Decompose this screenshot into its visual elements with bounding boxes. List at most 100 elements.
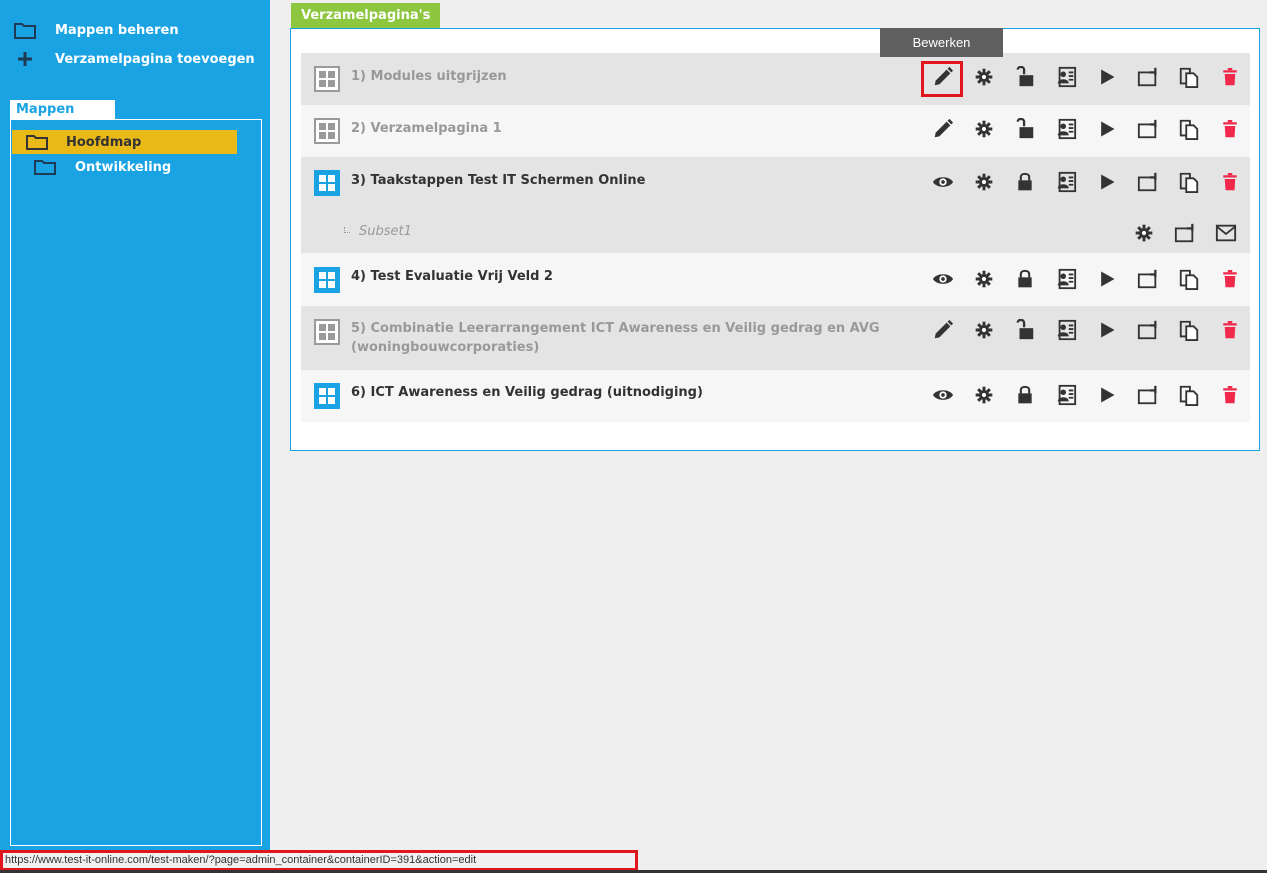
folder-item-hoofdmap[interactable]: Hoofdmap <box>12 130 237 154</box>
lock-icon <box>1015 171 1035 193</box>
gear-icon <box>974 385 994 405</box>
window-icon <box>1137 171 1159 193</box>
participants-button[interactable] <box>1045 381 1086 409</box>
delete-button[interactable] <box>1209 265 1250 293</box>
lock-button[interactable] <box>1004 63 1045 91</box>
settings-button[interactable] <box>963 63 1004 91</box>
start-button[interactable] <box>1086 381 1127 409</box>
play-icon <box>1097 320 1117 340</box>
settings-button[interactable] <box>963 265 1004 293</box>
gear-icon <box>974 119 994 139</box>
start-button[interactable] <box>1086 168 1127 196</box>
grid-icon <box>314 267 340 293</box>
folder-item-ontwikkeling[interactable]: Ontwikkeling <box>34 155 171 179</box>
collection-pages-tab[interactable]: Verzamelpagina's <box>291 3 441 28</box>
copy-icon <box>1178 118 1200 140</box>
preview-button[interactable] <box>1127 316 1168 344</box>
participants-button[interactable] <box>1045 168 1086 196</box>
edit-button-highlight <box>921 61 963 97</box>
subset-preview-button[interactable] <box>1164 219 1205 247</box>
settings-button[interactable] <box>963 168 1004 196</box>
start-button[interactable] <box>1086 115 1127 143</box>
folders-tab[interactable]: Mappen <box>10 100 115 120</box>
participants-button[interactable] <box>1045 316 1086 344</box>
preview-button[interactable] <box>1127 265 1168 293</box>
plus-icon <box>14 50 36 68</box>
view-button[interactable] <box>922 265 963 293</box>
lock-button[interactable] <box>1004 115 1045 143</box>
lock-button[interactable] <box>1004 316 1045 344</box>
row-actions <box>922 63 1250 91</box>
edit-button[interactable] <box>922 316 963 344</box>
delete-button[interactable] <box>1209 168 1250 196</box>
contact-card-icon <box>1055 268 1077 290</box>
row-title[interactable]: 5) Combinatie Leerarrangement ICT Awaren… <box>351 319 880 357</box>
copy-button[interactable] <box>1168 381 1209 409</box>
grid-icon <box>314 118 340 144</box>
preview-button[interactable] <box>1127 381 1168 409</box>
start-button[interactable] <box>1086 265 1127 293</box>
collection-row-2[interactable]: 2) Verzamelpagina 1 <box>301 105 1250 157</box>
delete-button[interactable] <box>1209 115 1250 143</box>
collection-row-5[interactable]: 5) Combinatie Leerarrangement ICT Awaren… <box>301 306 1250 370</box>
row-actions <box>922 316 1250 344</box>
subset-settings-button[interactable] <box>1123 219 1164 247</box>
contact-card-icon <box>1055 319 1077 341</box>
copy-icon <box>1178 384 1200 406</box>
row-title[interactable]: 6) ICT Awareness en Veilig gedrag (uitno… <box>351 383 703 402</box>
preview-button[interactable] <box>1127 115 1168 143</box>
settings-button[interactable] <box>963 316 1004 344</box>
collection-row-1[interactable]: 1) Modules uitgrijzen <box>301 53 1250 105</box>
settings-button[interactable] <box>963 115 1004 143</box>
subset-actions <box>1123 219 1246 247</box>
lock-button[interactable] <box>1004 265 1045 293</box>
lock-button[interactable] <box>1004 381 1045 409</box>
eye-icon <box>932 171 954 193</box>
row-title[interactable]: 4) Test Evaluatie Vrij Veld 2 <box>351 267 553 286</box>
subset-label[interactable]: Subset1 <box>359 224 412 239</box>
add-collection-page-button[interactable]: Verzamelpagina toevoegen <box>14 50 255 68</box>
collection-row-4[interactable]: 4) Test Evaluatie Vrij Veld 2 <box>301 253 1250 306</box>
edit-button[interactable] <box>922 115 963 143</box>
row-title[interactable]: 1) Modules uitgrijzen <box>351 67 507 86</box>
manage-folders-button[interactable]: Mappen beheren <box>14 21 179 39</box>
window-icon <box>1137 268 1159 290</box>
trash-icon <box>1221 119 1239 139</box>
copy-icon <box>1178 66 1200 88</box>
row-actions <box>922 168 1250 196</box>
gear-icon <box>1134 223 1154 243</box>
subset-mail-button[interactable] <box>1205 219 1246 247</box>
row-title[interactable]: 2) Verzamelpagina 1 <box>351 119 502 138</box>
collection-row-6[interactable]: 6) ICT Awareness en Veilig gedrag (uitno… <box>301 370 1250 422</box>
copy-button[interactable] <box>1168 115 1209 143</box>
grid-icon <box>314 383 340 409</box>
participants-button[interactable] <box>1045 63 1086 91</box>
pencil-icon <box>932 118 954 140</box>
collection-row-3[interactable]: 3) Taakstappen Test IT Schermen Online S… <box>301 157 1250 253</box>
copy-button[interactable] <box>1168 168 1209 196</box>
preview-button[interactable] <box>1127 63 1168 91</box>
copy-button[interactable] <box>1168 316 1209 344</box>
unlock-icon <box>1014 319 1036 341</box>
row-title[interactable]: 3) Taakstappen Test IT Schermen Online <box>351 171 645 190</box>
participants-button[interactable] <box>1045 265 1086 293</box>
folder-icon <box>34 159 56 175</box>
delete-button[interactable] <box>1209 316 1250 344</box>
view-button[interactable] <box>922 381 963 409</box>
start-button[interactable] <box>1086 316 1127 344</box>
delete-button[interactable] <box>1209 381 1250 409</box>
settings-button[interactable] <box>963 381 1004 409</box>
folder-icon <box>26 134 48 150</box>
participants-button[interactable] <box>1045 115 1086 143</box>
lock-button[interactable] <box>1004 168 1045 196</box>
delete-button[interactable] <box>1209 63 1250 91</box>
start-button[interactable] <box>1086 63 1127 91</box>
manage-folders-label: Mappen beheren <box>55 22 179 38</box>
view-button[interactable] <box>922 168 963 196</box>
trash-icon <box>1221 269 1239 289</box>
copy-button[interactable] <box>1168 63 1209 91</box>
folder-label: Hoofdmap <box>66 134 142 150</box>
row-actions <box>922 265 1250 293</box>
preview-button[interactable] <box>1127 168 1168 196</box>
copy-button[interactable] <box>1168 265 1209 293</box>
